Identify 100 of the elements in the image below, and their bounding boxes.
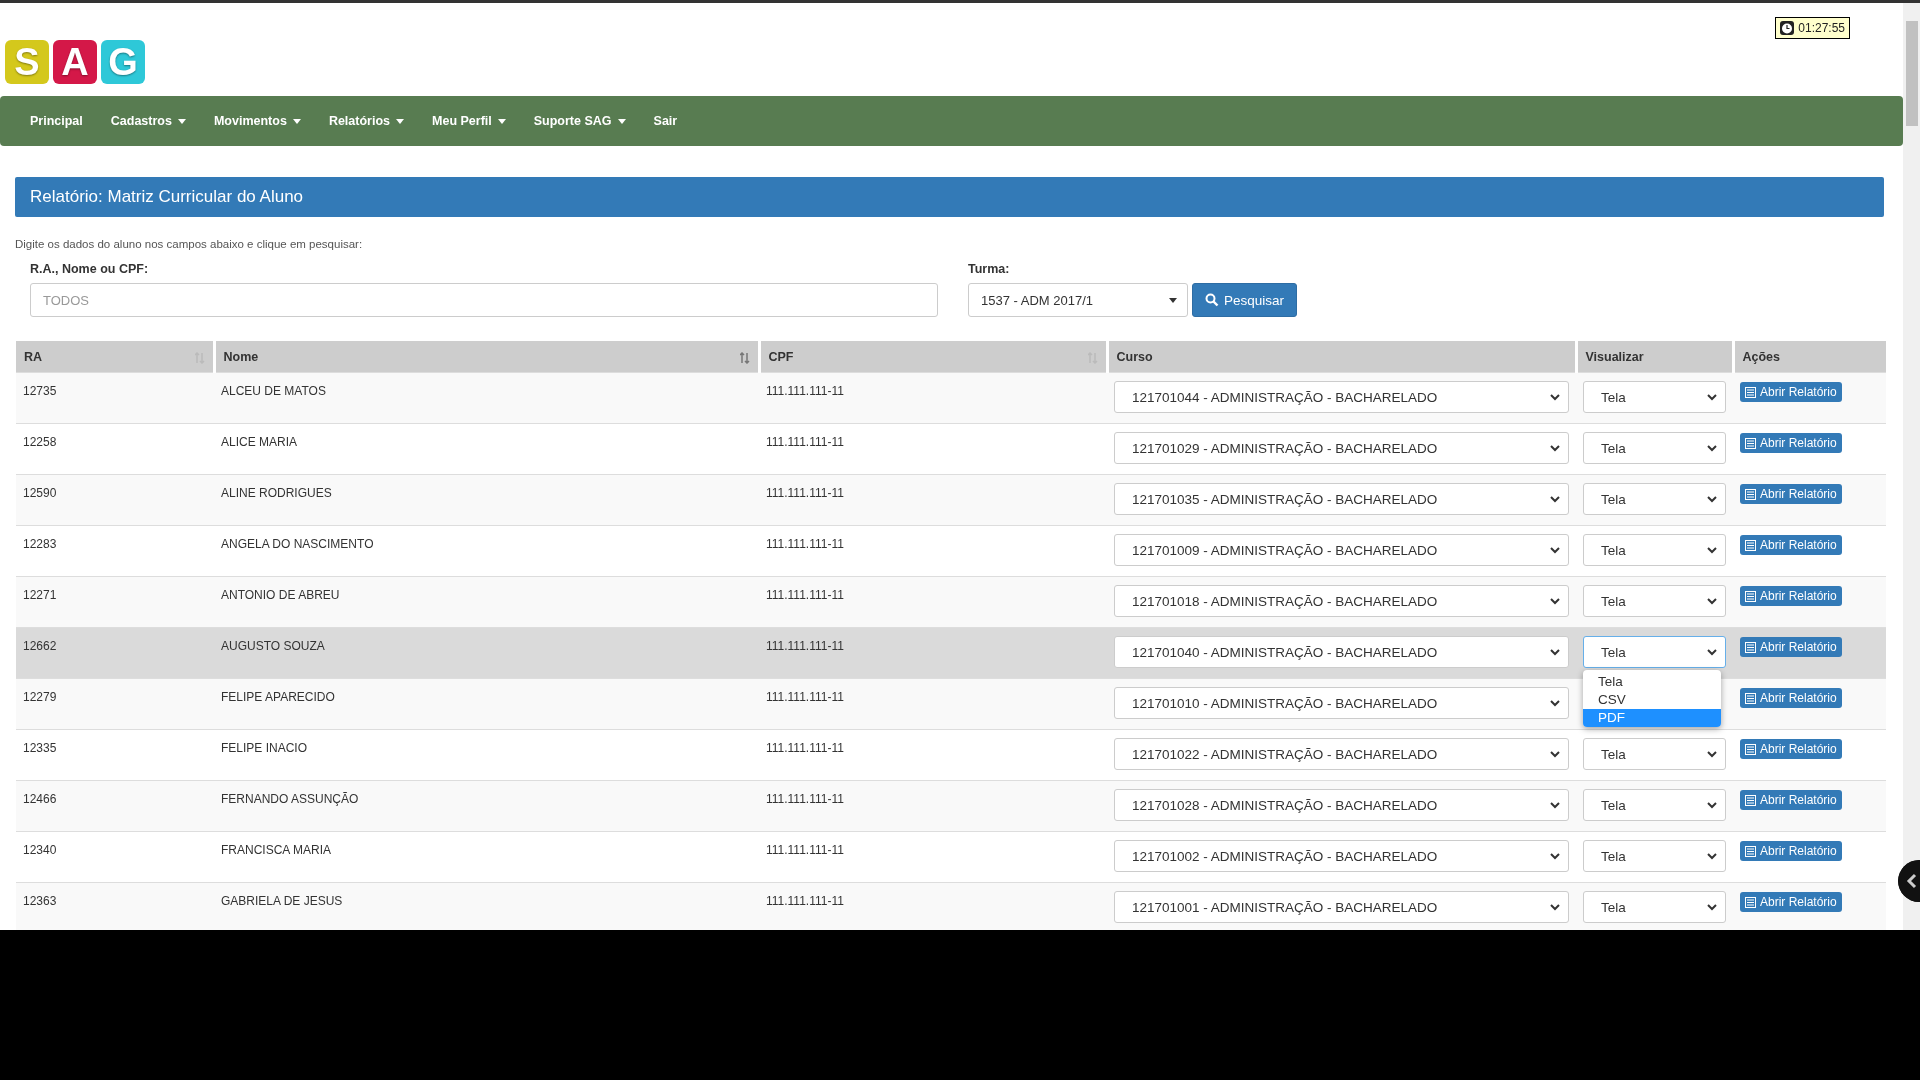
open-report-button[interactable]: Abrir Relatório — [1740, 790, 1842, 810]
course-select[interactable]: 121701040 - ADMINISTRAÇÃO - BACHARELADO — [1114, 636, 1569, 668]
chevron-down-icon — [1707, 393, 1717, 401]
course-select[interactable]: 121701002 - ADMINISTRAÇÃO - BACHARELADO — [1114, 840, 1569, 872]
chevron-down-icon — [1550, 750, 1560, 758]
view-select[interactable]: Tela — [1583, 585, 1726, 617]
logo-letter: S — [5, 40, 49, 84]
nav-menu-item[interactable]: Cadastros — [96, 114, 200, 128]
view-select[interactable]: Tela — [1583, 738, 1726, 770]
course-select[interactable]: 121701029 - ADMINISTRAÇÃO - BACHARELADO — [1114, 432, 1569, 464]
view-select[interactable]: Tela — [1583, 891, 1726, 923]
view-select[interactable]: Tela — [1583, 534, 1726, 566]
open-report-button[interactable]: Abrir Relatório — [1740, 484, 1842, 504]
cpf-cell: 111.111.111-11 — [766, 843, 844, 857]
ra-cell: 12590 — [23, 486, 57, 500]
search-field[interactable]: TODOS — [30, 283, 938, 317]
list-icon — [1745, 539, 1756, 551]
list-icon — [1745, 488, 1756, 500]
course-select[interactable]: 121701010 - ADMINISTRAÇÃO - BACHARELADO — [1114, 687, 1569, 719]
open-report-button[interactable]: Abrir Relatório — [1740, 433, 1842, 453]
course-select[interactable]: 121701022 - ADMINISTRAÇÃO - BACHARELADO — [1114, 738, 1569, 770]
nav-menu-item[interactable]: Suporte SAG — [519, 114, 640, 128]
ra-cell: 12735 — [23, 384, 57, 398]
view-select[interactable]: Tela — [1583, 789, 1726, 821]
ra-cell: 12340 — [23, 843, 57, 857]
cpf-cell: 111.111.111-11 — [766, 384, 844, 398]
course-select[interactable]: 121701018 - ADMINISTRAÇÃO - BACHARELADO — [1114, 585, 1569, 617]
cpf-cell: 111.111.111-11 — [766, 690, 844, 704]
sort-icon[interactable] — [739, 352, 750, 364]
list-icon — [1745, 590, 1756, 602]
ra-cell: 12363 — [23, 894, 57, 908]
ra-cell: 12271 — [23, 588, 57, 602]
open-report-button[interactable]: Abrir Relatório — [1740, 586, 1842, 606]
chevron-down-icon — [1550, 495, 1560, 503]
name-cell: ALICE MARIA — [221, 435, 298, 449]
ra-cell: 12662 — [23, 639, 57, 653]
class-select[interactable]: 1537 - ADM 2017/1 — [968, 283, 1188, 317]
name-cell: ALCEU DE MATOS — [221, 384, 326, 398]
nav-menu-item[interactable]: Relatórios — [314, 114, 418, 128]
nav-menu-item[interactable]: Meu Perfil — [418, 114, 520, 128]
view-select[interactable]: Tela — [1583, 432, 1726, 464]
chevron-down-icon — [1707, 444, 1717, 452]
session-timer: 01:27:55 — [1775, 17, 1850, 39]
name-cell: ANGELA DO NASCIMENTO — [221, 537, 374, 551]
course-select[interactable]: 121701001 - ADMINISTRAÇÃO - BACHARELADO — [1114, 891, 1569, 923]
view-select[interactable]: Tela — [1583, 381, 1726, 413]
open-report-button[interactable]: Abrir Relatório — [1740, 739, 1842, 759]
search-button[interactable]: Pesquisar — [1192, 283, 1298, 317]
dropdown-option[interactable]: CSV — [1583, 691, 1721, 709]
cpf-cell: 111.111.111-11 — [766, 894, 844, 908]
scrollbar[interactable] — [1903, 3, 1920, 930]
open-report-button[interactable]: Abrir Relatório — [1740, 637, 1842, 657]
name-cell: AUGUSTO SOUZA — [221, 639, 325, 653]
column-header[interactable]: RA — [24, 349, 43, 364]
scroll-thumb[interactable] — [1906, 21, 1918, 126]
chevron-down-icon — [1550, 801, 1560, 809]
logo-letter: G — [101, 40, 145, 84]
open-report-button[interactable]: Abrir Relatório — [1740, 892, 1842, 912]
course-select[interactable]: 121701009 - ADMINISTRAÇÃO - BACHARELADO — [1114, 534, 1569, 566]
chevron-down-icon — [1707, 495, 1717, 503]
chevron-down-icon — [1550, 444, 1560, 452]
open-report-button[interactable]: Abrir Relatório — [1740, 535, 1842, 555]
view-select[interactable]: Tela — [1583, 840, 1726, 872]
name-cell: FELIPE INACIO — [221, 741, 308, 755]
list-icon — [1745, 743, 1756, 755]
field-label: R.A., Nome ou CPF: — [30, 262, 150, 276]
view-select[interactable]: Tela — [1583, 636, 1726, 668]
list-icon — [1745, 386, 1756, 398]
list-icon — [1745, 794, 1756, 806]
ra-cell: 12335 — [23, 741, 57, 755]
cpf-cell: 111.111.111-11 — [766, 435, 844, 449]
open-report-button[interactable]: Abrir Relatório — [1740, 688, 1842, 708]
list-icon — [1745, 845, 1756, 857]
nav-menu-item[interactable]: Movimentos — [199, 114, 315, 128]
list-icon — [1745, 641, 1756, 653]
name-cell: GABRIELA DE JESUS — [221, 894, 343, 908]
dropdown-option[interactable]: Tela — [1583, 673, 1721, 691]
name-cell: FRANCISCA MARIA — [221, 843, 331, 857]
chevron-down-icon — [1707, 546, 1717, 554]
name-cell: ANTONIO DE ABREU — [221, 588, 340, 602]
name-cell: ALINE RODRIGUES — [221, 486, 332, 500]
nav-menu-item[interactable]: Principal — [16, 114, 97, 128]
cpf-cell: 111.111.111-11 — [766, 792, 844, 806]
chevron-down-icon — [1707, 750, 1717, 758]
ra-cell: 12279 — [23, 690, 57, 704]
caret-icon — [1169, 297, 1177, 303]
column-header: Curso — [1116, 349, 1153, 364]
course-select[interactable]: 121701028 - ADMINISTRAÇÃO - BACHARELADO — [1114, 789, 1569, 821]
field-label: Turma: — [968, 262, 1011, 276]
clock-icon — [1780, 21, 1795, 35]
column-header[interactable]: CPF — [768, 349, 794, 364]
course-select[interactable]: 121701044 - ADMINISTRAÇÃO - BACHARELADO — [1114, 381, 1569, 413]
column-header[interactable]: Nome — [223, 349, 259, 364]
open-report-button[interactable]: Abrir Relatório — [1740, 382, 1842, 402]
open-report-button[interactable]: Abrir Relatório — [1740, 841, 1842, 861]
cpf-cell: 111.111.111-11 — [766, 639, 844, 653]
view-select[interactable]: Tela — [1583, 483, 1726, 515]
nav-menu-item[interactable]: Sair — [639, 114, 692, 128]
chevron-down-icon — [1707, 852, 1717, 860]
course-select[interactable]: 121701035 - ADMINISTRAÇÃO - BACHARELADO — [1114, 483, 1569, 515]
